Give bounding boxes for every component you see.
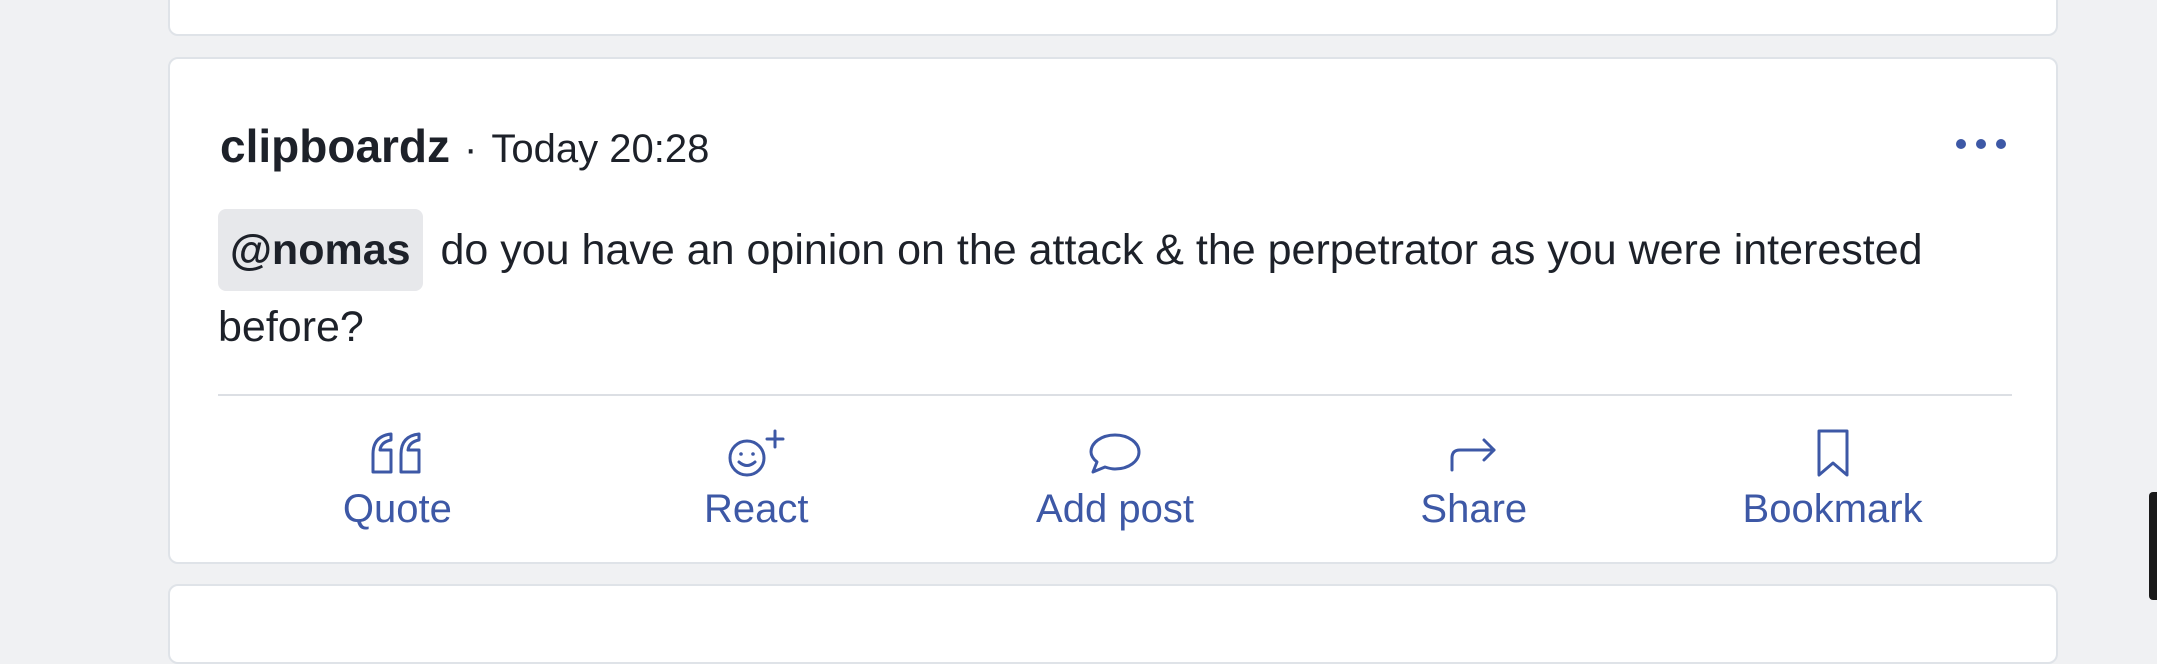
post-timestamp[interactable]: Today 20:28 (491, 127, 709, 172)
bookmark-button[interactable]: Bookmark (1653, 409, 2012, 559)
previous-post-card (168, 0, 2058, 36)
react-label: React (703, 487, 809, 531)
post-text: do you have an opinion on the attack & t… (218, 226, 1923, 351)
actions-divider (218, 394, 2012, 396)
comment-icon (1087, 425, 1143, 481)
ellipsis-icon (1956, 139, 1966, 149)
ellipsis-dot (1976, 139, 1986, 149)
scrollbar-thumb[interactable] (2149, 492, 2157, 600)
share-button[interactable]: Share (1294, 409, 1653, 559)
bookmark-label: Bookmark (1742, 487, 1923, 531)
next-post-card (168, 584, 2058, 664)
quote-button[interactable]: Quote (218, 409, 577, 559)
react-button[interactable]: React (577, 409, 936, 559)
post-body: @nomas do you have an opinion on the att… (218, 209, 1998, 363)
ellipsis-dot (1996, 139, 2006, 149)
post-header: clipboardz · Today 20:28 (220, 119, 709, 179)
more-options-button[interactable] (1956, 129, 2006, 159)
post-author[interactable]: clipboardz (220, 119, 450, 173)
bookmark-icon (1813, 425, 1853, 481)
share-icon (1446, 425, 1502, 481)
react-icon (725, 425, 787, 481)
quote-label: Quote (342, 487, 452, 531)
page-scrollbar[interactable] (2149, 0, 2157, 600)
add-post-button[interactable]: Add post (936, 409, 1295, 559)
user-mention[interactable]: @nomas (218, 209, 423, 291)
share-label: Share (1420, 487, 1528, 531)
quote-icon (369, 425, 425, 481)
post-actions-bar: Quote React Add post Share Bookmark (218, 409, 2012, 559)
post-card: clipboardz · Today 20:28 @nomas do you h… (168, 57, 2058, 564)
add-post-label: Add post (1036, 487, 1194, 531)
header-separator: · (464, 127, 478, 171)
